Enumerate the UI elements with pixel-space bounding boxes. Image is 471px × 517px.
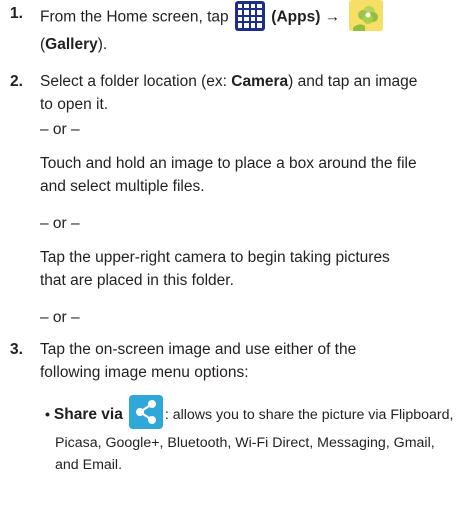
step-1-line-1: From the Home screen, tap (Apps) → <box>40 0 470 33</box>
camera-label: Camera <box>231 73 289 90</box>
step-3-line-1: Tap the on-screen image and use either o… <box>40 341 357 358</box>
step-text: Select a folder location (ex: Camera) an… <box>40 70 470 116</box>
step-2-line-1: Select a folder location (ex: Camera) an… <box>40 73 418 90</box>
step-number: 1. <box>10 5 23 22</box>
bullet-line-3: and Email. <box>55 457 123 473</box>
manual-page: 1. From the Home screen, tap (Apps) → (G… <box>0 0 471 517</box>
or-separator: – or – <box>40 121 80 138</box>
step-1: 1. From the Home screen, tap (Apps) → (G… <box>10 0 465 62</box>
step-text: Tap the on-screen image and use either o… <box>40 338 470 384</box>
step-3: 3. Tap the on-screen image and use eithe… <box>10 338 465 388</box>
step-3-line-2: following image menu options: <box>40 364 249 381</box>
gallery-flower-icon <box>348 0 383 31</box>
step-text: From the Home screen, tap (Apps) → (Gall… <box>40 0 470 56</box>
bullet-marker: • <box>45 406 50 423</box>
share-via-bullet: • Share via : allows you to share the pi… <box>45 395 465 476</box>
share-via-label: Share via <box>53 405 123 423</box>
apps-label: (Apps) <box>271 8 321 26</box>
step-2-line-2: to open it. <box>40 96 109 113</box>
arrow: → <box>324 8 341 26</box>
camera-paragraph: Tap the upper-right camera to begin taki… <box>40 249 390 289</box>
apps-grid-icon <box>234 0 265 31</box>
bullet-line-1: • Share via : allows you to share the pi… <box>45 395 465 432</box>
step-number: 2. <box>10 73 23 90</box>
or-separator: – or – <box>40 215 80 232</box>
gallery-label: Gallery <box>45 36 98 53</box>
step-2: 2. Select a folder location (ex: Camera)… <box>10 70 465 120</box>
bullet-line-2: Picasa, Google+, Bluetooth, Wi-Fi Direct… <box>55 435 435 451</box>
or-separator: – or – <box>40 309 80 326</box>
step-1-line-2: (Gallery). <box>40 36 108 53</box>
share-icon <box>128 395 163 429</box>
touch-hold-paragraph: Touch and hold an image to place a box a… <box>40 155 417 195</box>
step-number: 3. <box>10 341 23 358</box>
